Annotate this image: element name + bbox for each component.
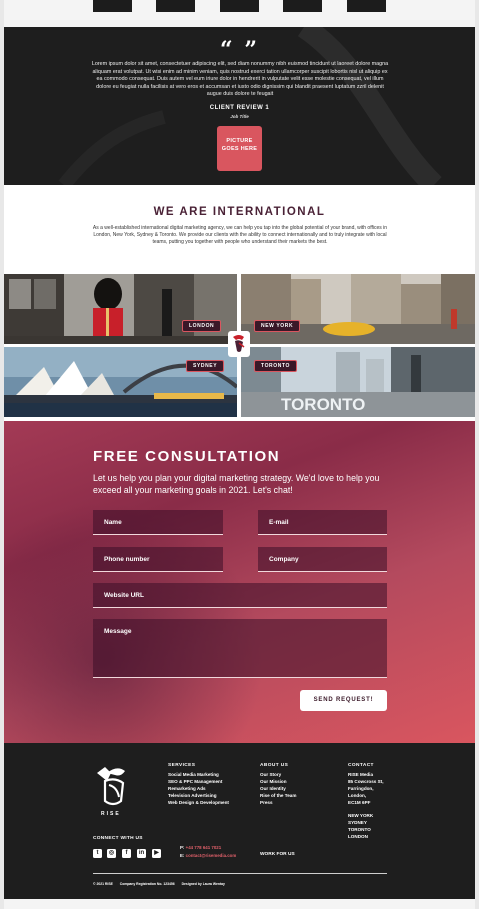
twitter-icon[interactable]: t: [93, 849, 102, 858]
quote-icon: “ ”: [220, 37, 259, 63]
footer-link-web-design[interactable]: Web Design & Development: [168, 799, 229, 806]
phone-label: P:: [180, 845, 185, 850]
email-field[interactable]: E-mail: [258, 510, 387, 535]
company-registration: Company Registration No. 123456: [119, 882, 175, 886]
footer-divider: [93, 873, 387, 874]
email-link[interactable]: contact@risemedia.com: [186, 853, 237, 858]
designed-by: Designed by Laura Wentay: [181, 882, 225, 886]
consultation-section: FREE CONSULTATION Let us help you plan y…: [4, 421, 475, 743]
city-tag-new-york[interactable]: NEW YORK: [254, 320, 301, 332]
office-link-new-york[interactable]: NEW YORK: [348, 812, 384, 819]
city-tag-toronto[interactable]: TORONTO: [254, 360, 298, 372]
phone-link[interactable]: +44 778 641 7021: [186, 845, 222, 850]
instagram-icon[interactable]: ◎: [107, 849, 116, 858]
footer-link-our-story[interactable]: Our Story: [260, 771, 296, 778]
footer-brand: RISE: [101, 811, 121, 817]
client-name: CLIENT REVIEW 1: [209, 105, 270, 111]
address-line: Farringdon,: [348, 786, 374, 791]
services-heading: SERVICES: [168, 763, 196, 768]
facebook-icon[interactable]: f: [122, 849, 131, 858]
city-toronto[interactable]: TORONTO TORONTO: [241, 347, 475, 417]
rise-logo-badge: [228, 331, 250, 357]
address-line: London,: [348, 793, 367, 798]
sydney-photo: [4, 347, 237, 417]
international-text: As a well-established international digi…: [92, 225, 388, 245]
new-york-photo: [241, 274, 475, 344]
office-link-london[interactable]: LONDON: [348, 833, 384, 840]
connect-label: CONNECT WITH US: [93, 836, 143, 841]
office-link-sydney[interactable]: SYDNEY: [348, 819, 384, 826]
thumbnail-3[interactable]: [220, 0, 259, 12]
thumbnail-4[interactable]: [283, 0, 322, 12]
about-heading: ABOUT US: [260, 763, 289, 768]
rise-logo-icon[interactable]: [93, 763, 131, 809]
toronto-photo: TORONTO: [241, 347, 475, 417]
website-field[interactable]: Website URL: [93, 583, 387, 608]
youtube-icon[interactable]: ▶: [152, 849, 161, 858]
thumbnail-5[interactable]: [347, 0, 386, 12]
send-request-button[interactable]: SEND REQUEST!: [300, 690, 387, 711]
city-grid: LONDON NEW YORK SYDNEY TORONTO TORONTO: [4, 273, 475, 421]
thumbnail-2[interactable]: [156, 0, 195, 12]
thumbnail-1[interactable]: [93, 0, 132, 12]
london-photo: [4, 274, 237, 344]
footer-link-seo-ppc[interactable]: SEO & PPC Management: [168, 778, 229, 785]
consultation-subtitle: Let us help you plan your digital market…: [93, 473, 380, 495]
city-london[interactable]: LONDON: [4, 274, 237, 344]
footer-link-remarketing[interactable]: Remarketing Ads: [168, 785, 229, 792]
consultation-title: FREE CONSULTATION: [93, 448, 281, 465]
page: “ ” Lorem ipsum dolor sit amet, consecte…: [4, 0, 475, 909]
company-field[interactable]: Company: [258, 547, 387, 572]
top-strip: [4, 0, 475, 27]
footer-services-column: SERVICES Social Media Marketing SEO & PP…: [168, 762, 229, 806]
international-section: WE ARE INTERNATIONAL As a well-establish…: [4, 185, 475, 273]
footer-legal: © 2021 RISE Company Registration No. 123…: [93, 882, 225, 886]
testimonial-text: Lorem ipsum dolor sit amet, consectetuer…: [91, 61, 389, 98]
bottom-strip: [4, 899, 475, 909]
phone-field[interactable]: Phone number: [93, 547, 223, 572]
email-label: E:: [180, 853, 185, 858]
city-tag-sydney[interactable]: SYDNEY: [186, 360, 225, 372]
city-new-york[interactable]: NEW YORK: [241, 274, 475, 344]
work-for-us-link[interactable]: WORK FOR US: [260, 852, 295, 857]
office-link-toronto[interactable]: TORONTO: [348, 826, 384, 833]
footer-contact-lines: P: +44 778 641 7021 E: contact@risemedia…: [180, 844, 236, 860]
footer-about-column: ABOUT US Our Story Our Mission Our Ident…: [260, 762, 296, 806]
address-line: RISE Media: [348, 772, 374, 777]
footer-link-rise-team[interactable]: Rise of the Team: [260, 792, 296, 799]
address-line: EC1M 6PF: [348, 800, 371, 805]
copyright: © 2021 RISE: [93, 882, 113, 886]
footer-contact-column: CONTACT RISE Media 85 Cowcross St, Farri…: [348, 762, 384, 840]
message-field[interactable]: Message: [93, 619, 387, 678]
name-field[interactable]: Name: [93, 510, 223, 535]
contact-heading: CONTACT: [348, 763, 374, 768]
client-title: Job Title: [230, 114, 249, 119]
address-line: 85 Cowcross St,: [348, 779, 384, 784]
city-sydney[interactable]: SYDNEY: [4, 347, 237, 417]
footer: RISE SERVICES Social Media Marketing SEO…: [4, 743, 475, 899]
linkedin-icon[interactable]: in: [137, 849, 146, 858]
testimonial-section: “ ” Lorem ipsum dolor sit amet, consecte…: [4, 27, 475, 185]
footer-link-our-mission[interactable]: Our Mission: [260, 778, 296, 785]
city-tag-london[interactable]: LONDON: [182, 320, 222, 332]
client-picture-placeholder[interactable]: PICTURE GOES HERE: [217, 126, 262, 171]
footer-link-press[interactable]: Press: [260, 799, 296, 806]
footer-link-our-identity[interactable]: Our Identity: [260, 785, 296, 792]
international-title: WE ARE INTERNATIONAL: [153, 206, 326, 218]
footer-link-social-media[interactable]: Social Media Marketing: [168, 771, 229, 778]
toronto-sign-text: TORONTO: [281, 395, 365, 414]
footer-link-television[interactable]: Television Advertising: [168, 792, 229, 799]
